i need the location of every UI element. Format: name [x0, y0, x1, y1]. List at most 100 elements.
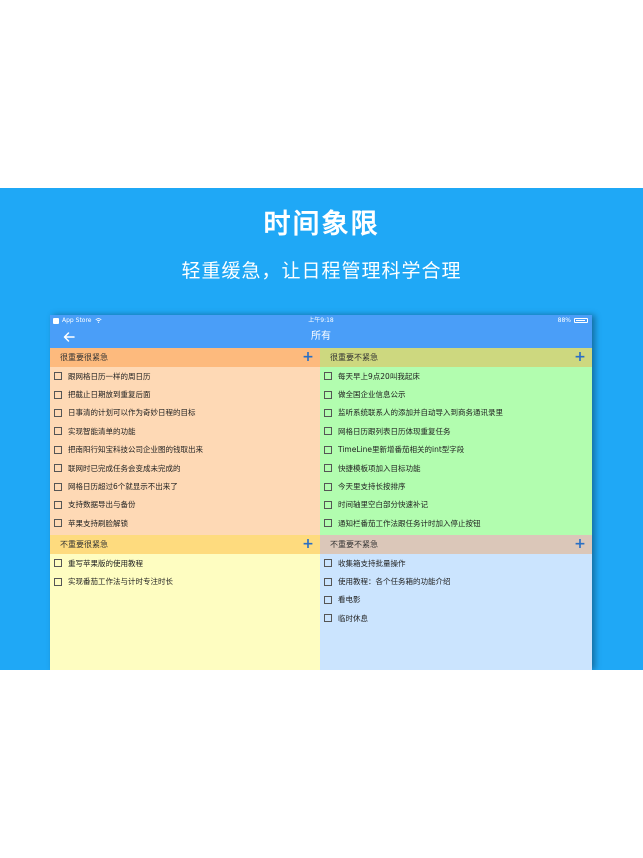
status-time: 上午9:18 [308, 317, 334, 324]
task-checkbox[interactable] [54, 427, 62, 436]
quadrant-label: 不重要很紧急 [60, 540, 108, 549]
task-list: 每天早上9点20叫我起床 做全国企业信息公示监听系统联系人的添加并自动导入到商务通… [320, 367, 592, 533]
quadrant-label: 不重要不紧急 [330, 540, 378, 549]
task-checkbox[interactable] [324, 500, 332, 509]
task-checkbox[interactable] [54, 445, 62, 454]
task-checkbox[interactable] [324, 445, 332, 454]
task-item[interactable]: 跟网格日历一样的周日历 [50, 367, 320, 385]
quadrant-important-not-urgent: 很重要不紧急 + 每天早上9点20叫我起床 做全国企业信息公示监听系统联系人的添加… [320, 348, 592, 535]
task-text: 日事清的计划可以作为奇妙日程的目标 [68, 408, 196, 418]
quadrant-header: 不重要不紧急 + [320, 535, 592, 554]
add-task-button[interactable]: + [573, 349, 587, 365]
task-checkbox[interactable] [54, 390, 62, 399]
task-text: 使用教程：各个任务箱的功能介绍 [338, 577, 451, 587]
quadrant-not-important-urgent: 不重要很紧急 + 重写苹果版的使用教程实现番茄工作法与计时专注时长 [50, 535, 320, 670]
task-item[interactable]: 重写苹果版的使用教程 [50, 554, 320, 572]
task-checkbox[interactable] [324, 595, 332, 604]
task-text: 跟网格日历一样的周日历 [68, 371, 151, 381]
task-item[interactable]: 日事清的计划可以作为奇妙日程的目标 [50, 404, 320, 422]
task-checkbox[interactable] [54, 464, 62, 473]
task-item[interactable]: 快捷模板项加入目标功能 [320, 459, 592, 477]
device-screen: App Store 上午9:18 88% 所有 很重要很紧急 + 跟网格日历一样… [50, 315, 592, 670]
promo-banner: 时间象限 轻重缓急，让日程管理科学合理 App Store 上午9:18 88% [0, 188, 643, 670]
task-checkbox[interactable] [324, 408, 332, 417]
task-text: 快捷模板项加入目标功能 [338, 463, 421, 473]
task-text: 监听系统联系人的添加并自动导入到商务通讯录里 [338, 408, 503, 418]
task-text: 重写苹果版的使用教程 [68, 558, 143, 568]
task-item[interactable]: 联网时已完成任务会变成未完成的 [50, 459, 320, 477]
task-item[interactable]: 实现番茄工作法与计时专注时长 [50, 572, 320, 590]
task-checkbox[interactable] [324, 464, 332, 473]
task-text: 网格日历跟列表日历体现重复任务 [338, 426, 451, 436]
task-item[interactable]: 监听系统联系人的添加并自动导入到商务通讯录里 [320, 404, 592, 422]
task-item[interactable]: 把南阳行知宝科技公司企业图的钱取出来 [50, 441, 320, 459]
quadrant-important-urgent: 很重要很紧急 + 跟网格日历一样的周日历 把截止日期放到重复后面日事清的计划可以作… [50, 348, 320, 535]
task-item[interactable]: 时间轴里空白部分快速补记 [320, 496, 592, 514]
task-item[interactable]: 做全国企业信息公示 [320, 385, 592, 403]
task-checkbox[interactable] [54, 519, 62, 528]
task-checkbox[interactable] [54, 500, 62, 509]
task-list: 重写苹果版的使用教程实现番茄工作法与计时专注时长 [50, 554, 320, 591]
task-item[interactable]: 网格日历跟列表日历体现重复任务 [320, 422, 592, 440]
task-item[interactable]: 使用教程：各个任务箱的功能介绍 [320, 572, 592, 590]
task-checkbox[interactable] [324, 390, 332, 399]
task-checkbox[interactable] [54, 408, 62, 417]
task-text: 做全国企业信息公示 [338, 390, 406, 400]
task-text: 每天早上9点20叫我起床 [338, 371, 420, 381]
quadrant-header: 很重要很紧急 + [50, 348, 320, 367]
status-right: 88% [558, 315, 588, 326]
task-text: 苹果支持刷脸解锁 [68, 518, 128, 528]
task-text: 收集箱支持批量操作 [338, 558, 406, 568]
task-item[interactable]: 今天里支持长按排序 [320, 477, 592, 495]
task-item[interactable]: 临时休息 [320, 609, 592, 627]
battery-fill [576, 320, 585, 321]
task-text: 看电影 [338, 595, 361, 605]
task-item[interactable]: 支持数据导出与备份 [50, 496, 320, 514]
task-checkbox[interactable] [324, 614, 332, 623]
task-text: 通知栏番茄工作法跟任务计时加入停止按钮 [338, 518, 481, 528]
task-item[interactable]: 把截止日期放到重复后面 [50, 385, 320, 403]
task-text: TimeLine里新增番茄相关的int型字段 [338, 445, 465, 455]
task-item[interactable]: 网格日历超过6个就显示不出来了 [50, 477, 320, 495]
quadrant-not-important-not-urgent: 不重要不紧急 + 收集箱支持批量操作使用教程：各个任务箱的功能介绍 看电影临时休息 [320, 535, 592, 670]
task-text: 今天里支持长按排序 [338, 482, 406, 492]
task-checkbox[interactable] [54, 559, 62, 568]
task-text: 把截止日期放到重复后面 [68, 390, 151, 400]
task-text: 时间轴里空白部分快速补记 [338, 500, 428, 510]
task-item[interactable]: 看电影 [320, 591, 592, 609]
task-checkbox[interactable] [54, 372, 62, 381]
task-text: 实现智能清单的功能 [68, 426, 136, 436]
task-item[interactable]: 实现智能清单的功能 [50, 422, 320, 440]
add-task-button[interactable]: + [301, 536, 315, 552]
task-item[interactable]: 收集箱支持批量操作 [320, 554, 592, 572]
task-checkbox[interactable] [324, 577, 332, 586]
task-checkbox[interactable] [324, 519, 332, 528]
battery-icon [574, 318, 588, 323]
task-text: 支持数据导出与备份 [68, 500, 136, 510]
add-task-button[interactable]: + [573, 536, 587, 552]
task-checkbox[interactable] [324, 427, 332, 436]
task-item[interactable]: TimeLine里新增番茄相关的int型字段 [320, 441, 592, 459]
task-text: 临时休息 [338, 613, 368, 623]
nav-title: 所有 [311, 331, 331, 342]
task-checkbox[interactable] [324, 559, 332, 568]
quadrant-header: 很重要不紧急 + [320, 348, 592, 367]
task-text: 把南阳行知宝科技公司企业图的钱取出来 [68, 445, 203, 455]
task-checkbox[interactable] [54, 577, 62, 586]
task-list: 跟网格日历一样的周日历 把截止日期放到重复后面日事清的计划可以作为奇妙日程的目标实… [50, 367, 320, 533]
task-checkbox[interactable] [324, 372, 332, 381]
add-task-button[interactable]: + [301, 349, 315, 365]
task-text: 实现番茄工作法与计时专注时长 [68, 577, 173, 587]
nav-bar: 所有 [50, 326, 592, 348]
task-checkbox[interactable] [54, 482, 62, 491]
task-checkbox[interactable] [324, 482, 332, 491]
task-list: 收集箱支持批量操作使用教程：各个任务箱的功能介绍 看电影临时休息 [320, 554, 592, 628]
hero-title: 时间象限 [263, 209, 380, 240]
quadrant-label: 很重要不紧急 [330, 353, 378, 362]
task-item[interactable]: 苹果支持刷脸解锁 [50, 514, 320, 532]
status-bar: App Store 上午9:18 88% [50, 315, 592, 326]
task-item[interactable]: 每天早上9点20叫我起床 [320, 367, 592, 385]
quadrant-header: 不重要很紧急 + [50, 535, 320, 554]
task-text: 联网时已完成任务会变成未完成的 [68, 463, 181, 473]
task-item[interactable]: 通知栏番茄工作法跟任务计时加入停止按钮 [320, 514, 592, 532]
